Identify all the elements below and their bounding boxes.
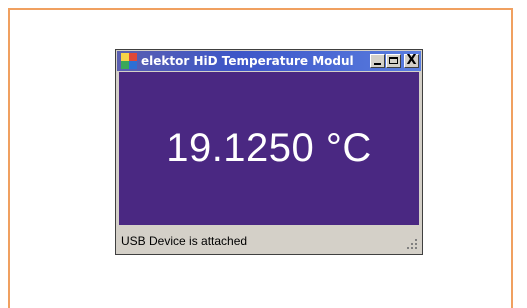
status-text: USB Device is attached	[121, 234, 248, 248]
app-icon[interactable]	[121, 53, 137, 69]
minimize-button[interactable]	[370, 54, 385, 68]
close-button[interactable]: X	[404, 53, 419, 68]
close-icon: X	[406, 53, 417, 68]
title-bar[interactable]: elektor HiD Temperature Modul X	[117, 51, 421, 71]
resize-grip-icon[interactable]	[406, 238, 418, 250]
window-title: elektor HiD Temperature Modul	[141, 54, 354, 68]
temperature-display: 19.1250 °C	[119, 72, 419, 225]
app-window: elektor HiD Temperature Modul X 19.1250 …	[115, 49, 423, 255]
maximize-icon	[389, 57, 398, 64]
status-bar: USB Device is attached	[117, 229, 421, 253]
maximize-button[interactable]	[386, 54, 401, 68]
window-controls: X	[370, 53, 419, 68]
temperature-value: 19.1250 °C	[166, 126, 372, 170]
minimize-icon	[374, 63, 381, 65]
